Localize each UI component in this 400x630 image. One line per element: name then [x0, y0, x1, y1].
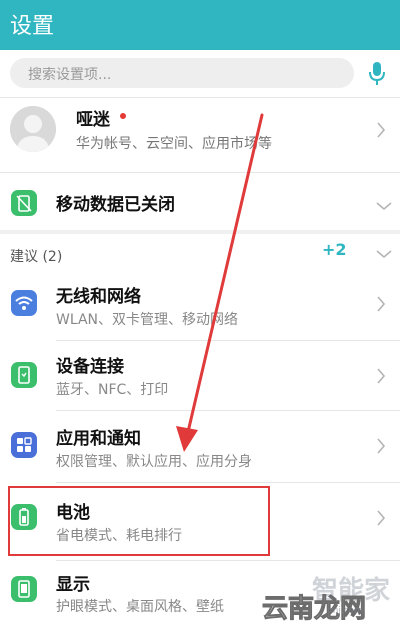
account-row[interactable]: 哑迷 华为帐号、云空间、应用市场等 — [0, 100, 400, 164]
mobile-data-title: 移动数据已关闭 — [56, 195, 175, 215]
chevron-right-icon — [376, 510, 386, 526]
divider — [0, 97, 400, 98]
wifi-icon — [11, 290, 37, 316]
settings-item-device-connection[interactable]: 设备连接 蓝牙、NFC、打印 — [0, 346, 400, 406]
chevron-right-icon — [376, 438, 386, 454]
item-subtitle: 蓝牙、NFC、打印 — [56, 382, 169, 398]
mobile-data-row[interactable]: 移动数据已关闭 — [0, 178, 400, 228]
watermark-url: znj.com — [328, 606, 364, 616]
app-header: 设置 — [0, 0, 400, 50]
chevron-right-icon — [376, 296, 386, 312]
divider — [56, 340, 400, 341]
account-name: 哑迷 — [76, 110, 110, 130]
suggestions-count-badge[interactable]: +2 — [322, 240, 347, 259]
page-title: 设置 — [10, 14, 55, 39]
item-title: 无线和网络 — [56, 287, 141, 307]
item-subtitle: 权限管理、默认应用、应用分身 — [56, 454, 252, 470]
item-title: 应用和通知 — [56, 429, 141, 449]
chevron-right-icon — [376, 368, 386, 384]
divider — [56, 482, 400, 483]
settings-item-wireless[interactable]: 无线和网络 WLAN、双卡管理、移动网络 — [0, 276, 400, 336]
search-placeholder: 搜索设置项... — [28, 67, 112, 83]
suggestions-label: 建议 (2) — [10, 249, 63, 265]
apps-icon — [11, 432, 37, 458]
display-icon — [11, 576, 37, 602]
mobile-data-off-icon — [11, 190, 37, 216]
device-connect-icon — [11, 362, 37, 388]
section-gap — [0, 230, 400, 234]
account-subtitle: 华为帐号、云空间、应用市场等 — [76, 136, 272, 152]
item-title: 显示 — [56, 575, 90, 595]
avatar — [10, 106, 56, 152]
settings-item-apps-notifications[interactable]: 应用和通知 权限管理、默认应用、应用分身 — [0, 418, 400, 478]
search-bar: 搜索设置项... — [0, 50, 400, 95]
item-title: 设备连接 — [56, 357, 124, 377]
divider — [56, 560, 400, 561]
search-input[interactable]: 搜索设置项... — [10, 58, 354, 88]
item-subtitle: 护眼模式、桌面风格、壁纸 — [56, 599, 224, 615]
notification-dot — [120, 113, 126, 119]
chevron-right-icon — [376, 122, 386, 138]
microphone-icon[interactable] — [366, 60, 388, 88]
highlight-box — [8, 486, 270, 556]
chevron-down-icon[interactable] — [376, 196, 392, 212]
suggestions-expand-icon[interactable] — [376, 244, 392, 260]
item-subtitle: WLAN、双卡管理、移动网络 — [56, 312, 239, 328]
divider — [0, 172, 400, 173]
divider — [56, 410, 400, 411]
